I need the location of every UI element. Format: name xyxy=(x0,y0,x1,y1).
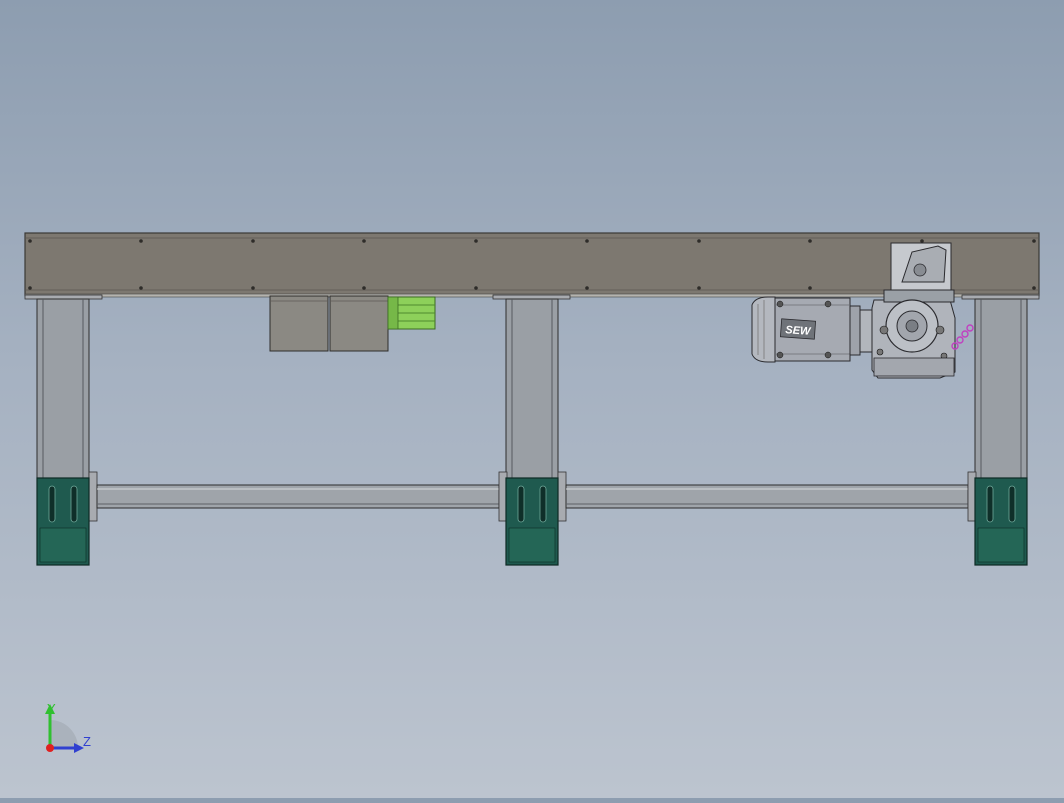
y-axis-label: Y xyxy=(47,701,56,716)
rivet xyxy=(474,239,478,243)
foot-plate-right[interactable] xyxy=(974,477,1028,566)
rivet xyxy=(251,286,255,290)
rivet xyxy=(808,286,812,290)
rivet xyxy=(697,239,701,243)
rivet xyxy=(28,239,32,243)
rivet xyxy=(362,286,366,290)
rivet xyxy=(1032,286,1036,290)
gear-motor[interactable]: SEW xyxy=(751,289,956,379)
rivet xyxy=(585,286,589,290)
rivet xyxy=(139,239,143,243)
leg-flange-middle xyxy=(492,294,571,300)
crossbar-left[interactable] xyxy=(88,471,508,522)
leg-left[interactable] xyxy=(36,298,90,485)
conveyor-assembly-view[interactable]: SEW Y Z xyxy=(0,0,1064,798)
rivet xyxy=(808,239,812,243)
rivet xyxy=(28,286,32,290)
torque-arm-bracket[interactable] xyxy=(890,242,952,291)
triad-plane-shading xyxy=(50,720,78,748)
motor-brand-text: SEW xyxy=(785,324,812,338)
origin-dot xyxy=(46,744,54,752)
leg-flange-left xyxy=(24,294,103,300)
foot-plate-middle[interactable] xyxy=(505,477,559,566)
rivet xyxy=(251,239,255,243)
foot-plate-left[interactable] xyxy=(36,477,90,566)
rivet xyxy=(585,239,589,243)
rivet xyxy=(697,286,701,290)
coordinate-triad[interactable]: Y Z xyxy=(45,701,91,753)
rivet xyxy=(139,286,143,290)
rivet xyxy=(474,286,478,290)
leg-flange-right xyxy=(961,294,1040,300)
junction-box-pair[interactable] xyxy=(269,295,389,352)
cad-viewport[interactable]: SEW Y Z xyxy=(0,0,1064,798)
top-beam[interactable] xyxy=(24,232,1040,298)
cable-connector[interactable] xyxy=(387,296,436,330)
crossbar-right[interactable] xyxy=(557,471,977,522)
leg-middle[interactable] xyxy=(505,298,559,485)
leg-right[interactable] xyxy=(974,298,1028,485)
rivet xyxy=(920,239,924,243)
rivet xyxy=(1032,239,1036,243)
rivet xyxy=(362,239,366,243)
z-axis-label: Z xyxy=(83,734,91,749)
